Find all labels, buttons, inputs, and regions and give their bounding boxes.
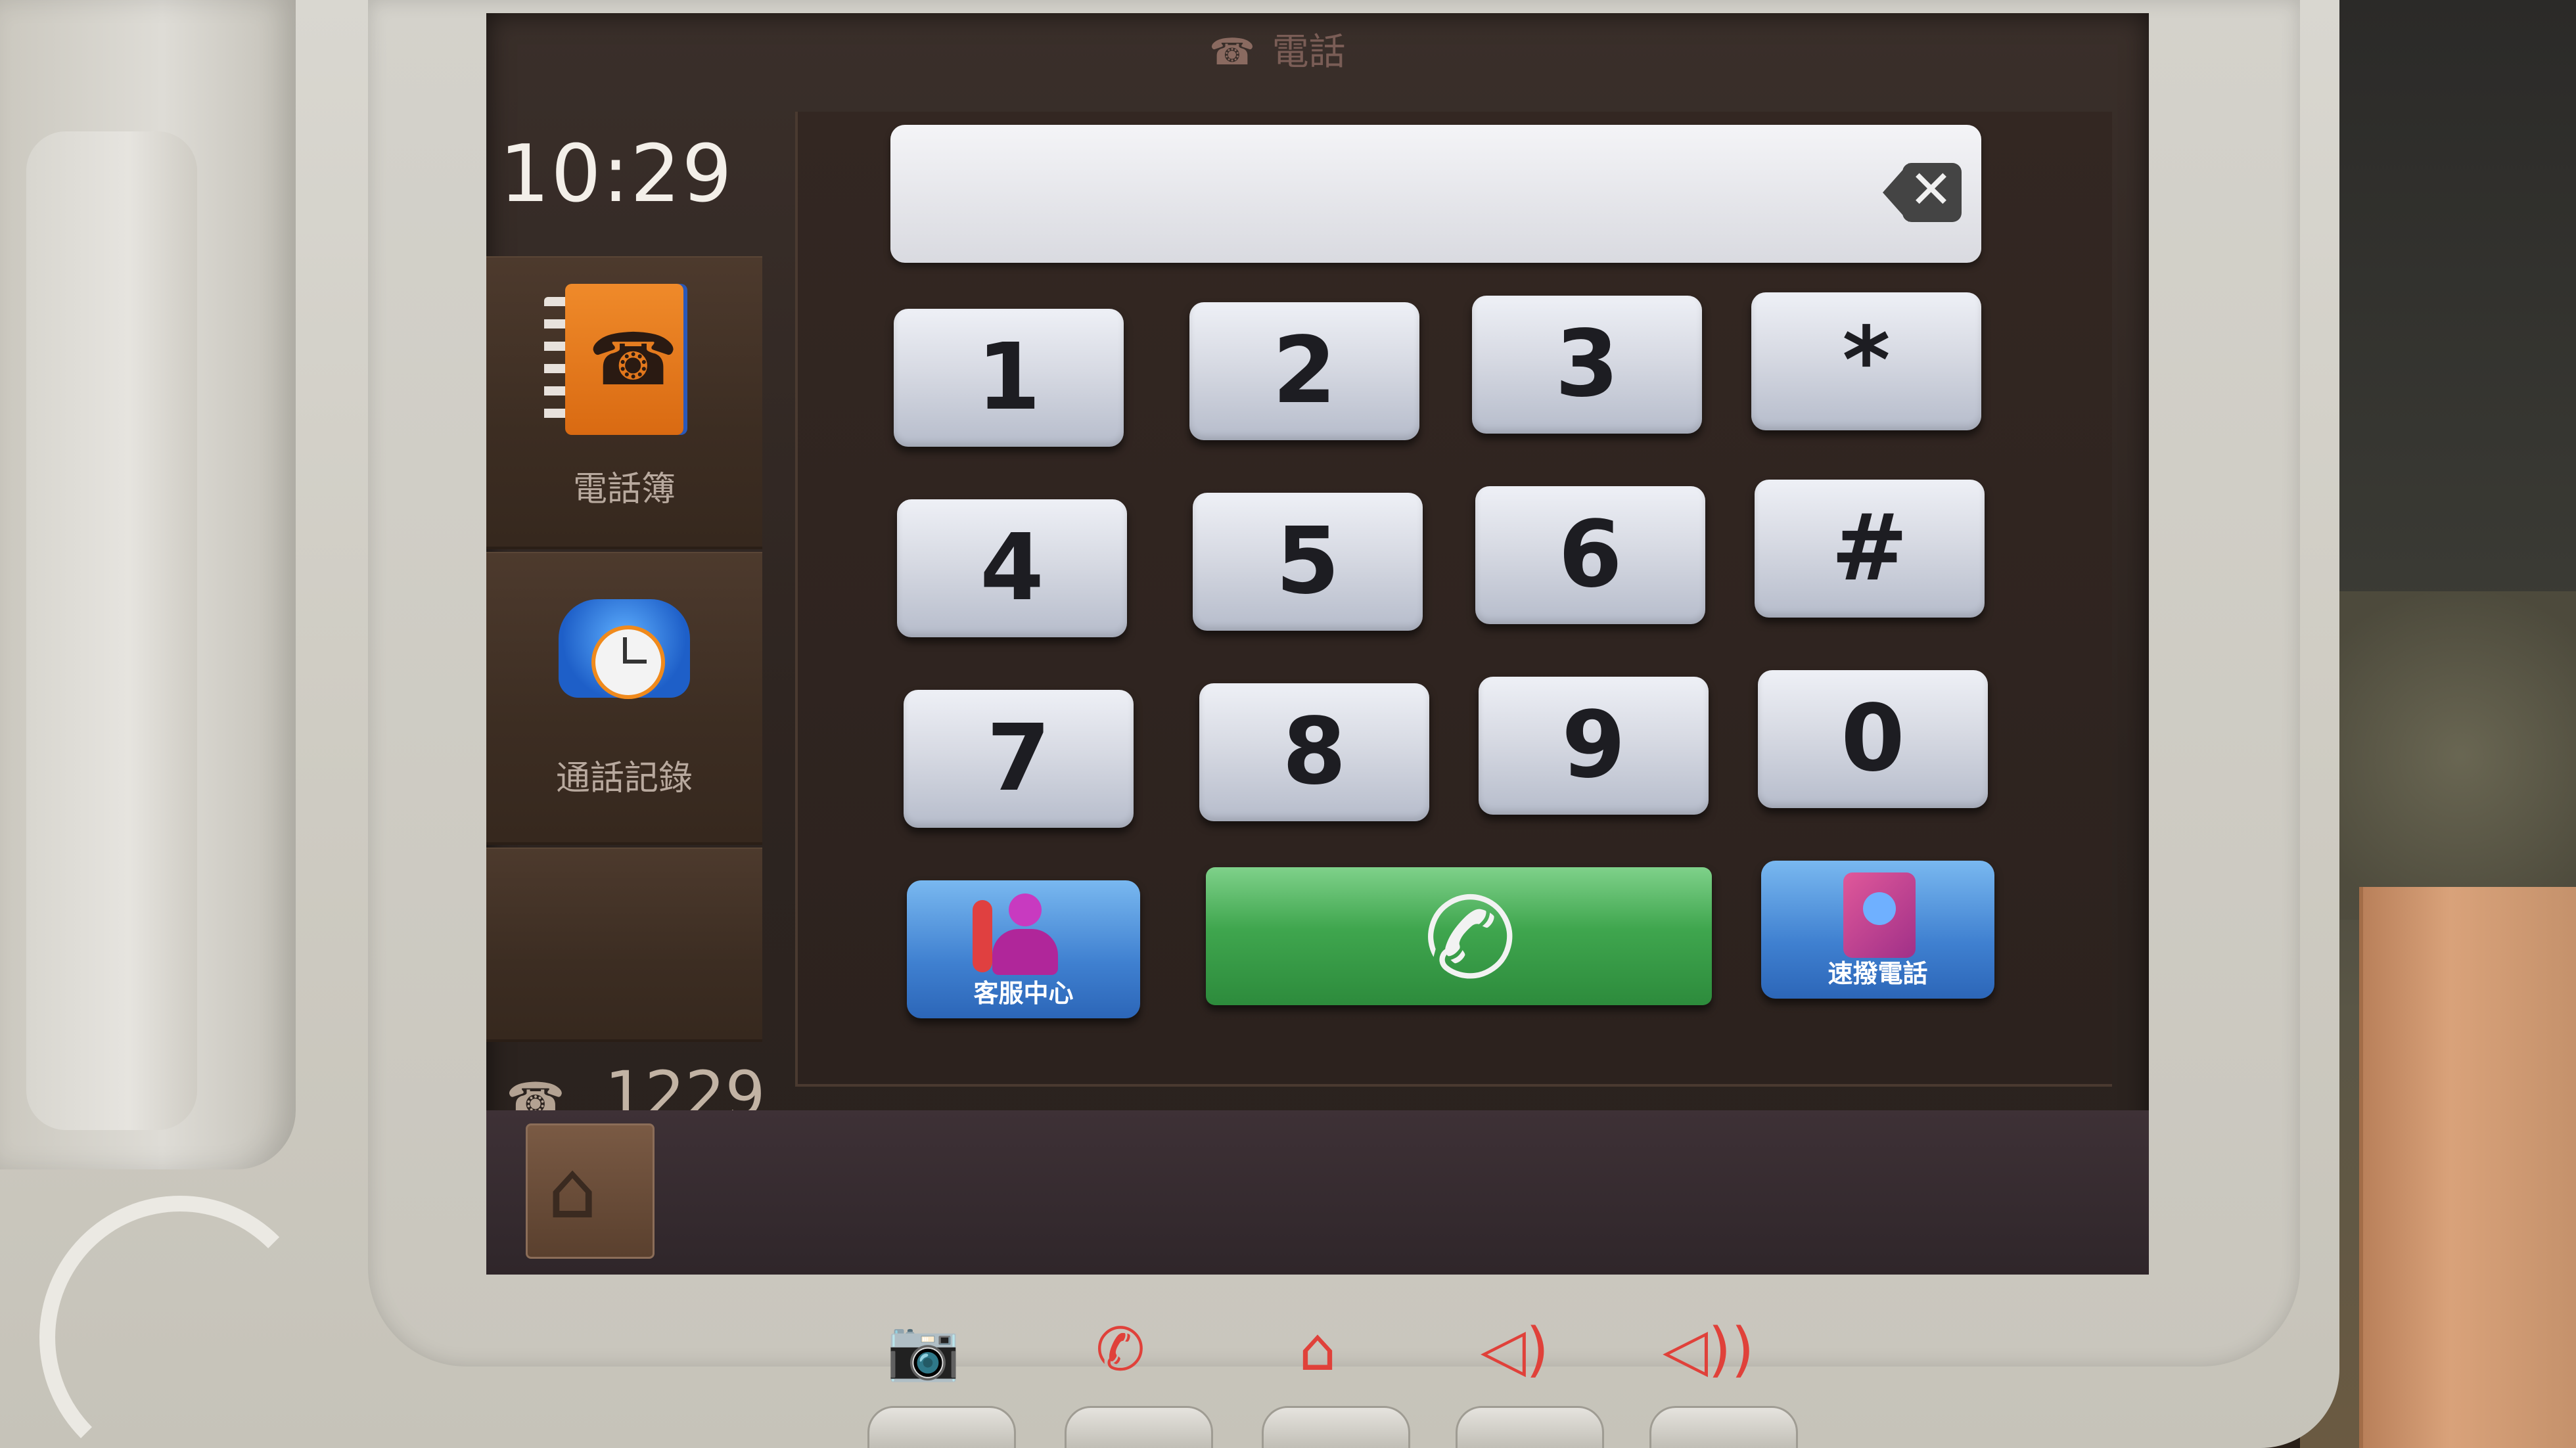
key-5[interactable]: 5 <box>1193 493 1423 631</box>
phone-call-icon: ✆ <box>1407 863 1532 1014</box>
contacts-icon <box>1843 872 1916 958</box>
key-1[interactable]: 1 <box>894 309 1124 447</box>
home-icon: ⌂ <box>547 1145 598 1236</box>
touch-screen: ☎ 電話 10:29 ☎ 電話簿 通話記錄 ☎ 1229 ✕ 1 2 3 * 4… <box>486 13 2149 1275</box>
hardware-button-home[interactable] <box>1262 1406 1410 1448</box>
phone-title-icon: ☎ <box>1209 31 1255 74</box>
hardware-button-volume-down[interactable] <box>1456 1406 1604 1448</box>
sidebar-item-label: 通話記錄 <box>555 759 693 798</box>
photo-scene: ☎ 電話 10:29 ☎ 電話簿 通話記錄 ☎ 1229 ✕ 1 2 3 * 4… <box>0 0 2576 1448</box>
key-2[interactable]: 2 <box>1189 302 1419 440</box>
home-hw-icon: ⌂ <box>1299 1315 1337 1384</box>
agent-head <box>1009 894 1042 926</box>
backspace-button[interactable]: ✕ <box>1883 156 1968 229</box>
hardware-button-volume-up[interactable] <box>1649 1406 1798 1448</box>
key-9[interactable]: 9 <box>1479 677 1709 815</box>
key-8[interactable]: 8 <box>1199 683 1429 821</box>
key-7[interactable]: 7 <box>904 690 1134 828</box>
speed-dial-button[interactable]: 速撥電話 <box>1761 861 1994 999</box>
number-input[interactable]: ✕ <box>890 125 1981 263</box>
handset-cord <box>39 1196 321 1448</box>
speed-dial-label: 速撥電話 <box>1828 959 1928 988</box>
sidebar-item-empty <box>486 848 762 1042</box>
agent-icon <box>992 894 1058 979</box>
phone-handset[interactable] <box>0 0 296 1169</box>
sidebar: 10:29 ☎ 電話簿 通話記錄 ☎ 1229 <box>486 105 769 1131</box>
call-log-icon <box>559 586 690 737</box>
handset-hw-icon: ✆ <box>1095 1315 1145 1384</box>
agent-body <box>992 929 1058 975</box>
key-3[interactable]: 3 <box>1472 296 1702 434</box>
volume-up-icon: ◁)) <box>1663 1315 1755 1384</box>
clock-hand-hour <box>623 660 647 664</box>
handset-icon <box>973 900 992 972</box>
volume-down-icon: ◁) <box>1480 1315 1550 1384</box>
desk-phone: ☎ 電話 10:29 ☎ 電話簿 通話記錄 ☎ 1229 ✕ 1 2 3 * 4… <box>0 0 2339 1448</box>
hardware-button-handset[interactable] <box>1065 1406 1213 1448</box>
call-button[interactable]: ✆ <box>1206 864 1712 1014</box>
table-edge <box>2359 887 2576 1448</box>
key-star[interactable]: * <box>1751 292 1981 430</box>
customer-service-label: 客服中心 <box>973 979 1074 1008</box>
key-4[interactable]: 4 <box>897 499 1127 637</box>
hardware-button-camera[interactable] <box>867 1406 1016 1448</box>
camera-icon: 📷 <box>886 1315 961 1384</box>
home-button[interactable]: ⌂ <box>526 1123 655 1259</box>
sidebar-item-call-log[interactable]: 通話記錄 <box>486 552 762 845</box>
key-0[interactable]: 0 <box>1758 670 1988 808</box>
sidebar-item-phonebook[interactable]: ☎ 電話簿 <box>486 256 762 549</box>
handset-grip <box>26 131 197 1130</box>
key-6[interactable]: 6 <box>1475 486 1705 624</box>
phonebook-icon: ☎ <box>544 284 683 435</box>
clock: 10:29 <box>499 129 733 220</box>
screen-title: ☎ 電話 <box>1209 22 1346 76</box>
phone-glyph: ☎ <box>588 317 679 401</box>
customer-service-button[interactable]: 客服中心 <box>907 880 1140 1018</box>
bottom-bar: ⌂ <box>486 1110 2149 1275</box>
key-hash[interactable]: # <box>1755 480 1985 618</box>
hardware-key-icons: 📷 ✆ ⌂ ◁) ◁)) <box>881 1314 1801 1386</box>
sidebar-item-label: 電話簿 <box>572 470 676 509</box>
close-icon: ✕ <box>1909 159 1954 220</box>
screen-title-label: 電話 <box>1272 31 1346 74</box>
